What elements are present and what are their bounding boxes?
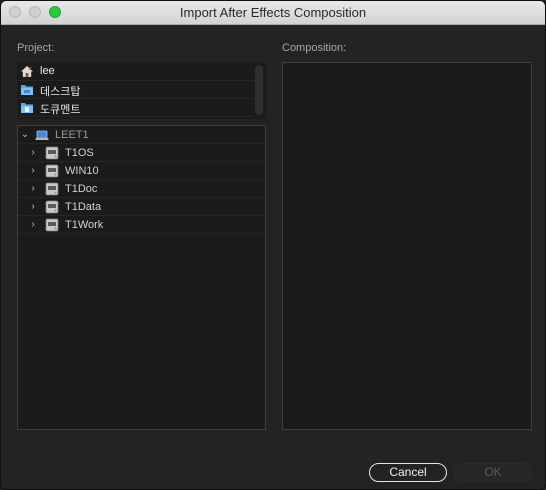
composition-label: Composition:	[282, 42, 347, 54]
title-bar: Import After Effects Composition	[1, 1, 545, 25]
place-label-home: lee	[40, 65, 55, 77]
ok-button[interactable]: OK	[454, 463, 532, 482]
drive-icon	[45, 164, 59, 178]
tree-row-drive[interactable]: › WIN10	[18, 162, 265, 180]
chevron-right-icon[interactable]: ›	[28, 183, 38, 195]
tree-row-drive[interactable]: › T1Doc	[18, 180, 265, 198]
folder-icon	[20, 83, 34, 96]
project-label: Project:	[17, 42, 55, 54]
tree-row-drive[interactable]: › T1Work	[18, 216, 265, 234]
place-label-documents: 도큐멘트	[40, 104, 81, 116]
chevron-down-icon[interactable]: ⌄	[20, 129, 30, 141]
tree-row-computer[interactable]: ⌄ LEET1	[18, 126, 265, 144]
tree-label-computer: LEET1	[55, 129, 89, 141]
tree-label-drive: T1Data	[65, 201, 102, 213]
chevron-right-icon[interactable]: ›	[28, 219, 38, 231]
window-title: Import After Effects Composition	[179, 5, 367, 20]
place-label-desktop: 데스크탑	[40, 86, 81, 98]
places-list: lee 데스크탑 도큐멘트	[17, 62, 266, 119]
tree-label-drive: WIN10	[65, 165, 99, 177]
drive-icon	[45, 146, 59, 160]
tree-label-drive: T1Work	[65, 219, 104, 231]
tree-row-drive[interactable]: › T1Data	[18, 198, 265, 216]
tree-label-drive: T1Doc	[65, 183, 98, 195]
composition-list[interactable]	[282, 62, 532, 430]
chevron-right-icon[interactable]: ›	[28, 147, 38, 159]
documents-folder-icon	[20, 101, 34, 114]
chevron-right-icon[interactable]: ›	[28, 165, 38, 177]
home-icon	[20, 65, 34, 78]
tree-label-drive: T1OS	[65, 147, 94, 159]
place-item-desktop[interactable]: 데스크탑	[17, 81, 253, 99]
place-item-documents[interactable]: 도큐멘트	[17, 99, 253, 117]
import-dialog-window: Import After Effects Composition Project…	[0, 0, 546, 490]
drive-icon	[45, 200, 59, 214]
tree-row-drive[interactable]: › T1OS	[18, 144, 265, 162]
places-scrollbar[interactable]	[255, 65, 263, 115]
cancel-button[interactable]: Cancel	[369, 463, 447, 482]
file-tree: ⌄ LEET1 › T1OS › WIN10 › T1Doc › T1Data …	[17, 125, 266, 430]
place-item-home[interactable]: lee	[17, 63, 253, 81]
computer-icon	[35, 128, 49, 142]
chevron-right-icon[interactable]: ›	[28, 201, 38, 213]
drive-icon	[45, 182, 59, 196]
drive-icon	[45, 218, 59, 232]
